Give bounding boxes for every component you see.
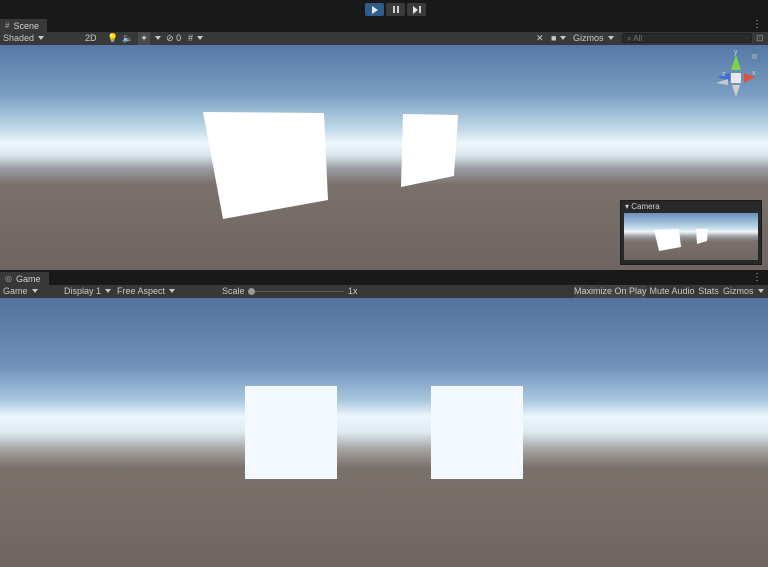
- more-options-icon[interactable]: ⋮: [752, 273, 762, 283]
- stats-toggle[interactable]: Stats: [697, 285, 720, 298]
- gizmo-y-cone[interactable]: [731, 55, 741, 70]
- play-toolbar: [0, 0, 768, 19]
- game-quad-right: [431, 386, 523, 479]
- grid-icon[interactable]: #: [188, 32, 203, 45]
- view-mode-dropdown[interactable]: Game: [3, 285, 58, 298]
- game-tab-row: ◎ Game ⋮: [0, 272, 768, 285]
- camera-preview-header[interactable]: ▾ Camera: [621, 201, 761, 212]
- camera-preview-panel: ▾ Camera: [620, 200, 762, 265]
- collapse-arrow-icon: ▾: [625, 202, 630, 211]
- gizmo-z-label: z: [722, 71, 726, 78]
- gizmo-neg-y-cone[interactable]: [732, 85, 740, 97]
- hidden-objects-toggle[interactable]: ⊘ 0: [166, 32, 181, 45]
- tab-scene-label: Scene: [13, 20, 39, 31]
- audio-icon[interactable]: 🔈: [122, 32, 133, 45]
- hierarchy-filter-icon[interactable]: ⊡: [756, 32, 764, 45]
- preview-quad-left: [654, 229, 681, 251]
- tab-game-label: Game: [15, 273, 41, 284]
- mute-audio-toggle[interactable]: Mute Audio: [649, 285, 695, 298]
- gizmo-center-cube[interactable]: [731, 73, 741, 83]
- game-toolbar: Game Display 1 Free Aspect Scale 1x Maxi…: [0, 285, 768, 299]
- camera-preview-title: Camera: [631, 202, 660, 211]
- pause-icon: [392, 6, 399, 13]
- scene-quad-right[interactable]: [401, 114, 458, 187]
- effects-dropdown[interactable]: [151, 32, 161, 45]
- scale-readout: 1x: [348, 286, 358, 296]
- scene-search-input[interactable]: ⌕ All: [622, 33, 752, 43]
- more-options-icon[interactable]: ⋮: [752, 20, 762, 30]
- search-placeholder: All: [633, 34, 643, 43]
- shading-mode-dropdown[interactable]: Shaded: [3, 32, 75, 45]
- step-button[interactable]: [407, 3, 426, 16]
- camera-icon[interactable]: ■: [551, 32, 566, 45]
- camera-preview-image: [624, 213, 758, 260]
- scene-tab-row: # Scene ⋮: [0, 19, 768, 32]
- play-button[interactable]: [365, 3, 384, 16]
- preview-quad-right: [696, 229, 708, 244]
- eye-slash-icon: ⊘: [166, 33, 174, 43]
- play-icon: [371, 5, 378, 14]
- gizmo-neg-x-cone[interactable]: [716, 79, 728, 85]
- scale-label: Scale: [222, 286, 245, 296]
- 2d-toggle[interactable]: 2D: [85, 32, 97, 45]
- display-dropdown[interactable]: Display 1: [64, 285, 111, 298]
- hash-icon: #: [5, 21, 10, 30]
- step-icon: [412, 5, 421, 14]
- scene-toolbar: Shaded 2D 💡 🔈 ✦ ⊘ 0 # ✕ ■ Gizmos ⌕ All ⊡: [0, 32, 768, 46]
- tab-scene[interactable]: # Scene: [0, 19, 47, 32]
- gizmos-dropdown[interactable]: Gizmos: [573, 32, 614, 45]
- orientation-gizmo[interactable]: y z x: [716, 49, 757, 97]
- camera-preview-quads: [654, 229, 708, 251]
- aspect-dropdown[interactable]: Free Aspect: [117, 285, 216, 298]
- tools-icon[interactable]: ✕: [536, 32, 544, 45]
- tab-game[interactable]: ◎ Game: [0, 272, 49, 285]
- pause-button[interactable]: [386, 3, 405, 16]
- game-viewport[interactable]: [0, 298, 768, 567]
- scale-slider-track: [248, 291, 344, 292]
- gizmos-dropdown[interactable]: Gizmos: [723, 285, 764, 298]
- scene-quad-left[interactable]: [203, 112, 328, 219]
- gamepad-icon: ◎: [5, 274, 12, 283]
- search-icon: ⌕: [627, 34, 632, 43]
- gizmo-y-label: y: [734, 49, 738, 56]
- gizmo-lock-icon[interactable]: [752, 54, 757, 59]
- scale-slider[interactable]: [248, 285, 344, 298]
- game-quad-left: [245, 386, 337, 479]
- hidden-count: 0: [176, 33, 182, 43]
- scale-slider-thumb[interactable]: [248, 288, 255, 295]
- maximize-on-play-toggle[interactable]: Maximize On Play: [574, 285, 647, 298]
- lighting-icon[interactable]: 💡: [107, 32, 118, 45]
- effects-icon[interactable]: ✦: [138, 32, 150, 45]
- gizmo-x-label: x: [752, 70, 756, 77]
